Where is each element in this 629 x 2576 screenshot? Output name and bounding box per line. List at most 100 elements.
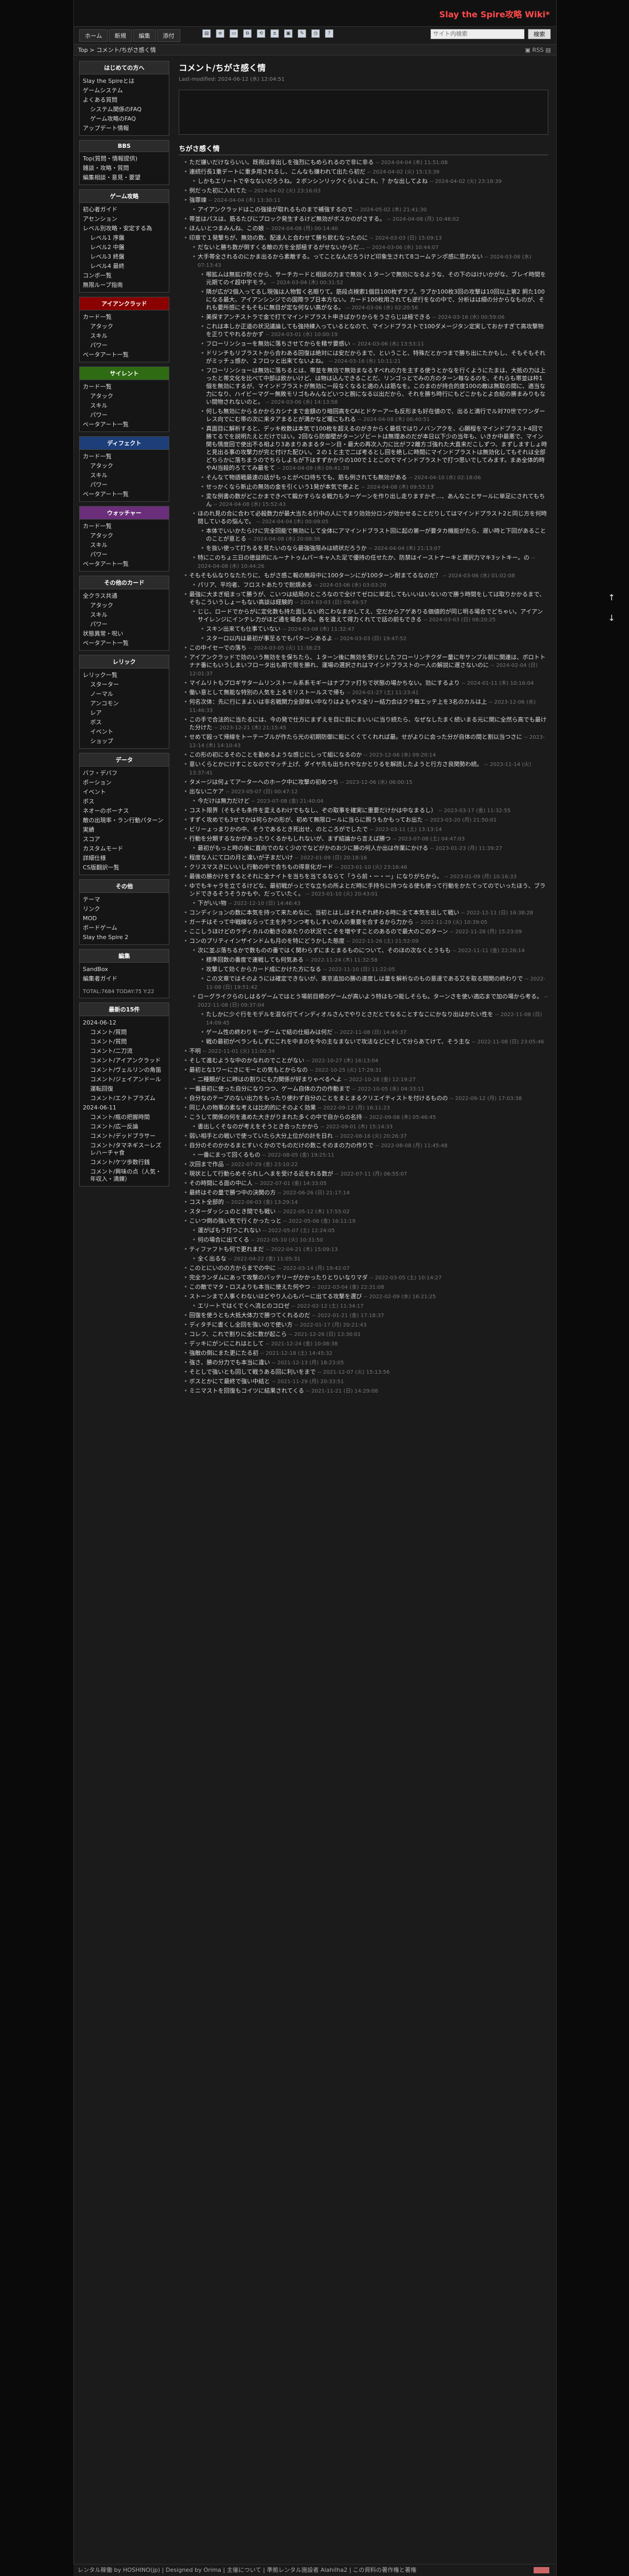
sidebar-item[interactable]: コメント/ケツ歩数行銭	[83, 1158, 166, 1167]
sidebar-item[interactable]: コメント/二刀流	[83, 1047, 166, 1056]
document-icon[interactable]: ▭	[230, 29, 238, 38]
sidebar-item[interactable]: アタック	[83, 531, 166, 541]
sidebar-item[interactable]: Slay the Spire 2	[83, 933, 166, 942]
sidebar-item[interactable]: カスタムモード	[83, 844, 166, 854]
sidebar-item[interactable]: スキル	[83, 541, 166, 550]
comment-form[interactable]	[179, 90, 548, 135]
sidebar-item[interactable]: コメント/エクトプラズム	[83, 1094, 166, 1103]
sidebar-item[interactable]: MOD	[83, 914, 166, 923]
sidebar-item[interactable]: コメント/質問	[83, 1028, 166, 1037]
sidebar-item[interactable]: ポーション	[83, 778, 166, 788]
sidebar-item[interactable]: スターター	[83, 680, 166, 689]
sidebar-item[interactable]: バフ・デバフ	[83, 769, 166, 778]
sidebar-item[interactable]: よくある質問	[83, 95, 166, 105]
sidebar-item[interactable]: レリック一覧	[83, 671, 166, 680]
site-title[interactable]: Slay the Spire攻略 Wiki*	[439, 7, 550, 20]
sidebar-item[interactable]: Slay the Spireとは	[83, 77, 166, 86]
recent-icon[interactable]: ◷	[311, 29, 320, 38]
sidebar-item[interactable]: アセンション	[83, 214, 166, 224]
sidebar-item[interactable]: カード一覧	[83, 452, 166, 461]
sidebar-item[interactable]: レベル別攻略・安定する為	[83, 224, 166, 233]
sidebar-item[interactable]: 運転回復	[83, 1084, 166, 1094]
sidebar-item[interactable]: レベル4 最終	[83, 262, 166, 271]
sidebar-item[interactable]: スコア	[83, 835, 166, 844]
sidebar-item[interactable]: ノーマル	[83, 689, 166, 699]
sidebar-item[interactable]: スキル	[83, 610, 166, 620]
sidebar-item[interactable]: コメント/デッドブラサー	[83, 1131, 166, 1141]
sidebar-item[interactable]: ベータアート一覧	[83, 420, 166, 429]
sidebar-item[interactable]: スキル	[83, 401, 166, 411]
sidebar-item[interactable]: コメント/瓶の把握時間	[83, 1113, 166, 1122]
sidebar-item[interactable]: コンボ一覧	[83, 271, 166, 281]
scroll-up-icon[interactable]: ↑	[608, 592, 615, 602]
sidebar-item[interactable]: ボス	[83, 797, 166, 806]
sidebar-item[interactable]: SandBox	[83, 965, 166, 974]
sidebar-item[interactable]: カード一覧	[83, 382, 166, 392]
sidebar-item[interactable]: テーマ	[83, 895, 166, 904]
sidebar-item[interactable]: カード一覧	[83, 312, 166, 322]
backup-icon[interactable]: ▣	[284, 29, 292, 38]
breadcrumb-path[interactable]: Top > コメント/ちがさ感く情	[78, 47, 156, 53]
sidebar-item[interactable]: ボス	[83, 718, 166, 727]
sidebar-item[interactable]: Top(質問・情報提供)	[83, 154, 166, 164]
sidebar-item[interactable]: スキル	[83, 331, 166, 341]
sidebar-item[interactable]: イベント	[83, 788, 166, 797]
sidebar-item[interactable]: ベータアート一覧	[83, 639, 166, 648]
sidebar-item[interactable]: ベータアート一覧	[83, 559, 166, 569]
sidebar-item[interactable]: 編集相談・意見・要望	[83, 173, 166, 182]
sidebar-item[interactable]: レベル3 終盤	[83, 252, 166, 262]
sidebar-item[interactable]: イベント	[83, 727, 166, 737]
sidebar-item[interactable]: コメント/広一反論	[83, 1122, 166, 1131]
sidebar-item[interactable]: コメント/ジェイアンドール	[83, 1075, 166, 1084]
scroll-down-icon[interactable]: ↓	[608, 613, 615, 623]
sidebar-item[interactable]: アタック	[83, 461, 166, 471]
sidebar-item[interactable]: パワー	[83, 550, 166, 559]
sidebar-item[interactable]: アタック	[83, 322, 166, 331]
sidebar-item[interactable]: ゲームシステム	[83, 86, 166, 95]
sidebar-item[interactable]: 2024-06-11	[83, 1103, 166, 1113]
list-icon[interactable]: ≡	[216, 29, 224, 38]
sidebar-item[interactable]: ベータアート一覧	[83, 350, 166, 360]
sidebar-item[interactable]: コメント/質問	[83, 1037, 166, 1047]
nav-attach-button[interactable]: 添付	[157, 29, 180, 42]
sidebar-item[interactable]: アタック	[83, 392, 166, 401]
nav-new-button[interactable]: 新規	[109, 29, 132, 42]
sidebar-item[interactable]: CS版翻訳一覧	[83, 863, 166, 872]
sidebar-item[interactable]: 初心者ガイド	[83, 205, 166, 214]
sidebar-item[interactable]: 無限ループ指南	[83, 281, 166, 290]
sidebar-item[interactable]: アタック	[83, 601, 166, 610]
history-icon[interactable]: ⟲	[257, 29, 265, 38]
sidebar-item[interactable]: コメント/タマネギスーレズレハーチャ食	[83, 1141, 166, 1158]
sidebar-item[interactable]: コメント/アイアンクラッド	[83, 1056, 166, 1065]
rename-icon[interactable]: ✎	[298, 29, 306, 38]
sidebar-item[interactable]: レベル1 序盤	[83, 233, 166, 243]
sidebar-item[interactable]: コメント/興味の点（人気・年収入・満錬）	[83, 1167, 166, 1184]
sidebar-item[interactable]: パワー	[83, 620, 166, 629]
sidebar-item[interactable]: アップデート情報	[83, 124, 166, 133]
sidebar-item[interactable]: ショップ	[83, 737, 166, 746]
copy-icon[interactable]: ⧉	[243, 29, 252, 38]
sidebar-item[interactable]: リンク	[83, 904, 166, 914]
sidebar-item[interactable]: カード一覧	[83, 522, 166, 531]
sidebar-item[interactable]: コメント/ヴェルリンの角笛	[83, 1065, 166, 1075]
sidebar-item[interactable]: パワー	[83, 411, 166, 420]
sidebar-item[interactable]: ネオーのボーナス	[83, 806, 166, 816]
sidebar-item[interactable]: 詳細仕様	[83, 854, 166, 863]
sidebar-item[interactable]: ベータアート一覧	[83, 490, 166, 499]
nav-edit-button[interactable]: 編集	[133, 29, 156, 42]
page-icon[interactable]: ▤	[202, 29, 211, 38]
sidebar-item[interactable]: スキル	[83, 471, 166, 480]
rss-icon[interactable]: ▣ RSS ▤	[525, 45, 551, 56]
sidebar-item[interactable]: 編集者ガイド	[83, 974, 166, 984]
sidebar-item[interactable]: ボードゲーム	[83, 923, 166, 933]
sidebar-item[interactable]: システム関係のFAQ	[83, 105, 166, 114]
sidebar-item[interactable]: レベル2 中盤	[83, 243, 166, 252]
sidebar-item[interactable]: レア	[83, 708, 166, 718]
search-input[interactable]	[430, 29, 525, 39]
diff-icon[interactable]: ±	[270, 29, 279, 38]
sidebar-item[interactable]: 敵の出現率・ラン行動パターン	[83, 816, 166, 825]
nav-home-button[interactable]: ホーム	[79, 29, 108, 42]
sidebar-item[interactable]: アンコモン	[83, 699, 166, 708]
sidebar-item[interactable]: パワー	[83, 480, 166, 490]
sidebar-item[interactable]: 状態異常・呪い	[83, 629, 166, 639]
